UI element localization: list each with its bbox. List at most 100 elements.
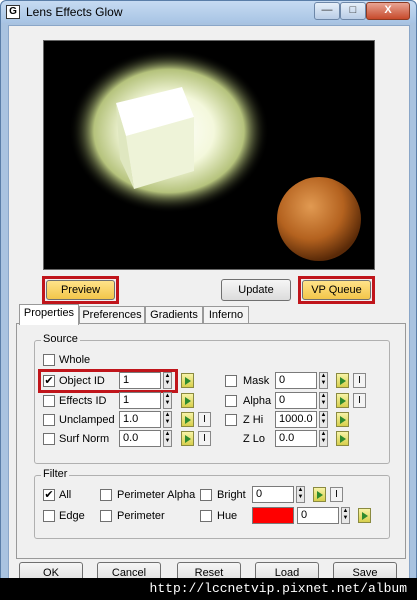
- maximize-button[interactable]: □: [340, 2, 366, 20]
- mask-spinner[interactable]: ▲ ▼: [319, 372, 328, 389]
- object-id-field[interactable]: 1: [119, 372, 161, 389]
- alpha-field[interactable]: 0: [275, 392, 317, 409]
- bright-spinner[interactable]: ▲ ▼: [296, 486, 305, 503]
- z-hi-label: Z Hi: [243, 414, 264, 426]
- preview-button[interactable]: Preview: [46, 280, 115, 300]
- hue-color-swatch[interactable]: [252, 507, 294, 524]
- surf-norm-checkbox[interactable]: [43, 433, 55, 445]
- unclamped-spinner[interactable]: ▲ ▼: [163, 411, 172, 428]
- surf-norm-field[interactable]: 0.0: [119, 430, 161, 447]
- hue-field[interactable]: 0: [297, 507, 339, 524]
- minimize-button[interactable]: —: [314, 2, 340, 20]
- tab-gradients[interactable]: Gradients: [145, 306, 203, 324]
- z-lo-row: Z Lo 0.0 ▲ ▼: [225, 430, 385, 448]
- edge-row: Edge: [43, 507, 103, 525]
- preview-scene: [44, 41, 374, 269]
- z-lo-field[interactable]: 0.0: [275, 430, 317, 447]
- mask-row: Mask 0 ▲ ▼ I: [225, 372, 385, 390]
- z-lo-spinner[interactable]: ▲ ▼: [319, 430, 328, 447]
- surf-norm-play-icon[interactable]: [181, 431, 194, 446]
- edge-label: Edge: [59, 510, 85, 522]
- render-preview: [43, 40, 375, 270]
- app-icon: G: [6, 5, 20, 19]
- filter-group: Filter ✔ All Edge Perimeter Alpha Perime…: [34, 468, 390, 539]
- mask-play-icon[interactable]: [336, 373, 349, 388]
- close-button[interactable]: X: [366, 2, 410, 20]
- perimeter-label: Perimeter: [117, 510, 165, 522]
- object-id-checkbox[interactable]: ✔: [43, 375, 55, 387]
- alpha-i-button[interactable]: I: [353, 393, 366, 408]
- bright-checkbox[interactable]: [200, 489, 212, 501]
- mask-field[interactable]: 0: [275, 372, 317, 389]
- title-bar[interactable]: G Lens Effects Glow — □ X: [1, 1, 416, 23]
- bright-i-button[interactable]: I: [330, 487, 343, 502]
- unclamped-label: Unclamped: [59, 414, 115, 426]
- lens-effects-glow-window: G Lens Effects Glow — □ X Preview Update…: [0, 0, 417, 600]
- alpha-spinner[interactable]: ▲ ▼: [319, 392, 328, 409]
- all-checkbox[interactable]: ✔: [43, 489, 55, 501]
- surf-norm-spinner[interactable]: ▲ ▼: [163, 430, 172, 447]
- alpha-play-icon[interactable]: [336, 393, 349, 408]
- perimeter-alpha-checkbox[interactable]: [100, 489, 112, 501]
- window-title: Lens Effects Glow: [26, 5, 123, 19]
- source-group-label: Source: [41, 333, 80, 345]
- hue-play-icon[interactable]: [358, 508, 371, 523]
- object-id-spinner[interactable]: ▲ ▼: [163, 372, 172, 389]
- unclamped-i-button[interactable]: I: [198, 412, 211, 427]
- z-hi-checkbox[interactable]: [225, 414, 237, 426]
- whole-row: Whole: [43, 351, 143, 369]
- source-group: Source Whole ✔ Object ID 1 ▲ ▼ Effects ID: [34, 333, 390, 464]
- perimeter-alpha-label: Perimeter Alpha: [117, 489, 196, 501]
- unclamped-field[interactable]: 1.0: [119, 411, 161, 428]
- whole-label: Whole: [59, 354, 91, 366]
- hue-label: Hue: [217, 510, 238, 522]
- hue-checkbox[interactable]: [200, 510, 212, 522]
- alpha-label: Alpha: [243, 395, 272, 407]
- hue-spinner[interactable]: ▲ ▼: [341, 507, 350, 524]
- effects-id-spinner[interactable]: ▲ ▼: [163, 392, 172, 409]
- hue-row: Hue 0 ▲ ▼: [200, 507, 385, 525]
- sphere: [277, 177, 361, 261]
- whole-checkbox[interactable]: [43, 354, 55, 366]
- mask-label: Mask: [243, 375, 270, 387]
- edge-checkbox[interactable]: [43, 510, 55, 522]
- z-hi-spinner[interactable]: ▲ ▼: [319, 411, 328, 428]
- object-id-label: Object ID: [59, 375, 105, 387]
- update-button[interactable]: Update: [221, 279, 291, 301]
- perimeter-row: Perimeter: [100, 507, 210, 525]
- bright-label: Bright: [217, 489, 246, 501]
- effects-id-checkbox[interactable]: [43, 395, 55, 407]
- object-id-play-icon[interactable]: [181, 373, 194, 388]
- all-row: ✔ All: [43, 486, 103, 504]
- tab-inferno[interactable]: Inferno: [203, 306, 249, 324]
- watermark-url: http://lccnetvip.pixnet.net/album: [0, 578, 417, 600]
- z-hi-field[interactable]: 1000.0: [275, 411, 317, 428]
- mask-i-button[interactable]: I: [353, 373, 366, 388]
- effects-id-label: Effects ID: [59, 395, 107, 407]
- filter-group-label: Filter: [41, 468, 70, 480]
- unclamped-checkbox[interactable]: [43, 414, 55, 426]
- bright-field[interactable]: 0: [252, 486, 294, 503]
- tab-preferences[interactable]: Preferences: [79, 306, 145, 324]
- z-lo-play-icon[interactable]: [336, 431, 349, 446]
- z-hi-play-icon[interactable]: [336, 412, 349, 427]
- dialog-client-area: Preview Update VP Queue Properties Prefe…: [8, 25, 410, 585]
- surf-norm-label: Surf Norm: [59, 433, 110, 445]
- effects-id-field[interactable]: 1: [119, 392, 161, 409]
- perimeter-alpha-row: Perimeter Alpha: [100, 486, 210, 504]
- vp-queue-button[interactable]: VP Queue: [302, 280, 371, 300]
- alpha-row: Alpha 0 ▲ ▼ I: [225, 392, 385, 410]
- tab-properties[interactable]: Properties: [19, 304, 79, 325]
- bright-play-icon[interactable]: [313, 487, 326, 502]
- all-label: All: [59, 489, 72, 501]
- surf-norm-i-button[interactable]: I: [198, 431, 211, 446]
- alpha-checkbox[interactable]: [225, 395, 237, 407]
- bright-row: Bright 0 ▲ ▼ I: [200, 486, 385, 504]
- unclamped-play-icon[interactable]: [181, 412, 194, 427]
- mask-checkbox[interactable]: [225, 375, 237, 387]
- z-hi-row: Z Hi 1000.0 ▲ ▼: [225, 411, 385, 429]
- effects-id-play-icon[interactable]: [181, 393, 194, 408]
- perimeter-checkbox[interactable]: [100, 510, 112, 522]
- z-lo-label: Z Lo: [243, 433, 266, 445]
- properties-panel: Source Whole ✔ Object ID 1 ▲ ▼ Effects ID: [16, 323, 406, 559]
